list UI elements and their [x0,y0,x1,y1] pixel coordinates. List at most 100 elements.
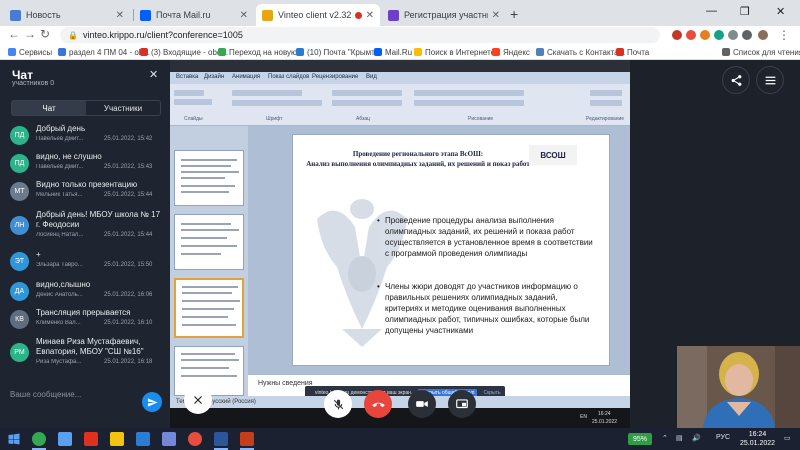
share-button[interactable] [722,66,750,94]
profile-avatar[interactable] [758,30,768,40]
language-indicator[interactable]: РУС [716,434,730,441]
reading-list[interactable]: Список для чтения [722,46,800,58]
close-icon [194,396,202,404]
windows-taskbar: 95% ⌃ ▤ 🔊 РУС 16:24 25.01.2022 ▭ [0,428,800,450]
mail-taskbar-icon[interactable] [58,432,72,446]
tab-participants[interactable]: Участники [86,101,160,115]
ribbon-tab: Дизайн [204,74,225,80]
screen-share-toggle[interactable] [448,390,476,418]
avatar: ЭТ [10,252,29,271]
camera-toggle[interactable] [408,390,436,418]
bookmark-item[interactable]: (10) Почта "Крымт... [296,46,381,58]
bookmark-item[interactable]: Сервисы [8,46,52,58]
bookmark-item[interactable]: Mail.Ru [374,46,412,58]
notifications-icon[interactable]: ▭ [784,434,791,442]
new-tab-button[interactable]: + [510,6,518,22]
browser-toolbar: ← → ↻ 🔒 vinteo.krippo.ru/client?conferen… [0,26,800,44]
message-time: 25.01.2022, 15:44 [104,232,153,238]
mail-favicon-icon [140,9,151,21]
message-sender: Клименко Вал... [36,320,81,326]
explorer-taskbar-icon[interactable] [110,432,124,446]
microphone-toggle[interactable] [324,390,352,418]
slide-thumbnails [170,126,248,396]
network-icon[interactable]: ▤ [676,434,683,442]
end-call-button[interactable] [364,390,392,418]
chrome-taskbar-icon[interactable] [32,432,46,446]
shared-screen: Вставка Дизайн Анимация Показ слайдов Ре… [170,60,630,428]
bookmark-item[interactable]: (3) Входящие - obd... [140,46,228,58]
hamburger-menu-icon [765,76,775,84]
hide-panel-button[interactable] [184,386,212,414]
message-sender: Лосиенц Натал... [36,232,84,238]
message-meta: Денис Анатоль... 25.01.2022, 16:06 [36,292,166,300]
opera-taskbar-icon[interactable] [188,432,202,446]
bookmark-icon [218,48,226,56]
browser-tab-vinteo[interactable]: Vinteo client v2.32.0 ✕ [256,4,380,26]
forward-icon[interactable]: → [24,27,36,41]
recording-indicator-icon [354,11,362,19]
shared-lang: EN [580,414,587,420]
menu-button[interactable] [756,66,784,94]
discord-taskbar-icon[interactable] [162,432,176,446]
close-icon[interactable]: ✕ [116,10,124,21]
ribbon-tab: Показ слайдов [268,74,310,80]
ribbon-button [414,100,524,106]
ribbon-group-label: Редактирование [586,116,625,122]
bookmark-item[interactable]: Переход на новую... [218,46,304,58]
system-clock[interactable]: 16:24 25.01.2022 [740,430,775,448]
registration-favicon-icon [388,9,399,21]
address-bar[interactable]: 🔒 vinteo.krippo.ru/client?conference=100… [60,27,660,43]
bookmark-item[interactable]: раздел 4 ПМ 04 - ob... [58,46,150,58]
browser-tab-mail[interactable]: Почта Mail.ru ✕ [134,4,254,26]
avatar: КВ [10,310,29,329]
minimize-icon[interactable]: — [706,5,717,17]
avatar: ЛН [10,216,29,235]
message-text: видно,слышно [36,280,91,289]
extension-icon[interactable] [672,30,682,40]
bookmark-item[interactable]: Поиск в Интернете [414,46,495,58]
menu-dots-icon[interactable]: ⋮ [778,28,790,42]
slide-thumbnail [174,150,244,206]
extension-icon[interactable] [714,30,724,40]
url-text: vinteo.krippo.ru/client?conference=1005 [82,30,243,40]
chat-message: ЭТ + Эльзара Тавро... 25.01.2022, 15:50 [10,250,165,276]
message-meta: Риза Мустафа... 25.01.2022, 16:18 [36,359,166,367]
extension-icon[interactable] [728,30,738,40]
extension-icon[interactable] [686,30,696,40]
self-view-video[interactable] [677,346,800,428]
close-icon[interactable]: ✕ [366,10,374,21]
bookmark-item[interactable]: Почта [616,46,649,58]
send-button[interactable] [142,392,162,412]
reload-icon[interactable]: ↻ [40,27,50,41]
telegram-taskbar-icon[interactable] [136,432,150,446]
browser-tab-registration[interactable]: Регистрация участников Устан ✕ [382,4,506,26]
message-meta: Клименко Вал... 25.01.2022, 16:10 [36,320,166,328]
window-close-icon[interactable]: ✕ [776,5,785,18]
volume-icon[interactable]: 🔊 [692,434,701,442]
message-meta: Эльзара Тавро... 25.01.2022, 15:50 [36,262,166,270]
back-icon[interactable]: ← [8,27,20,41]
browser-tab-news[interactable]: Новость ✕ [4,4,130,26]
ribbon-group-label: Шрифт [266,116,283,122]
tray-expand-icon[interactable]: ⌃ [662,434,668,442]
extension-icon[interactable] [700,30,710,40]
right-area [630,60,800,428]
word-taskbar-icon[interactable] [214,432,228,446]
close-icon[interactable]: ✕ [492,10,500,21]
yandex-taskbar-icon[interactable] [84,432,98,446]
maximize-icon[interactable]: ❐ [740,5,750,18]
tab-chat[interactable]: Чат [12,101,86,115]
message-sender: Риза Мустафа... [36,359,82,365]
shared-date: 25.01.2022 [592,419,618,425]
bookmark-item[interactable]: Скачать с Контакта... [536,46,625,58]
powerpoint-taskbar-icon[interactable] [240,432,254,446]
shared-clock: 16:24 [598,411,611,417]
puzzle-icon[interactable] [742,30,752,40]
ribbon-button [590,90,622,96]
message-text: Трансляция прерывается [36,308,131,317]
bookmark-item[interactable]: Яндекс [492,46,530,58]
close-chat-icon[interactable]: ✕ [149,68,158,81]
close-icon[interactable]: ✕ [240,10,248,21]
windows-start-icon[interactable] [8,433,20,445]
chat-message-input[interactable]: Ваше сообщение... [10,390,81,399]
